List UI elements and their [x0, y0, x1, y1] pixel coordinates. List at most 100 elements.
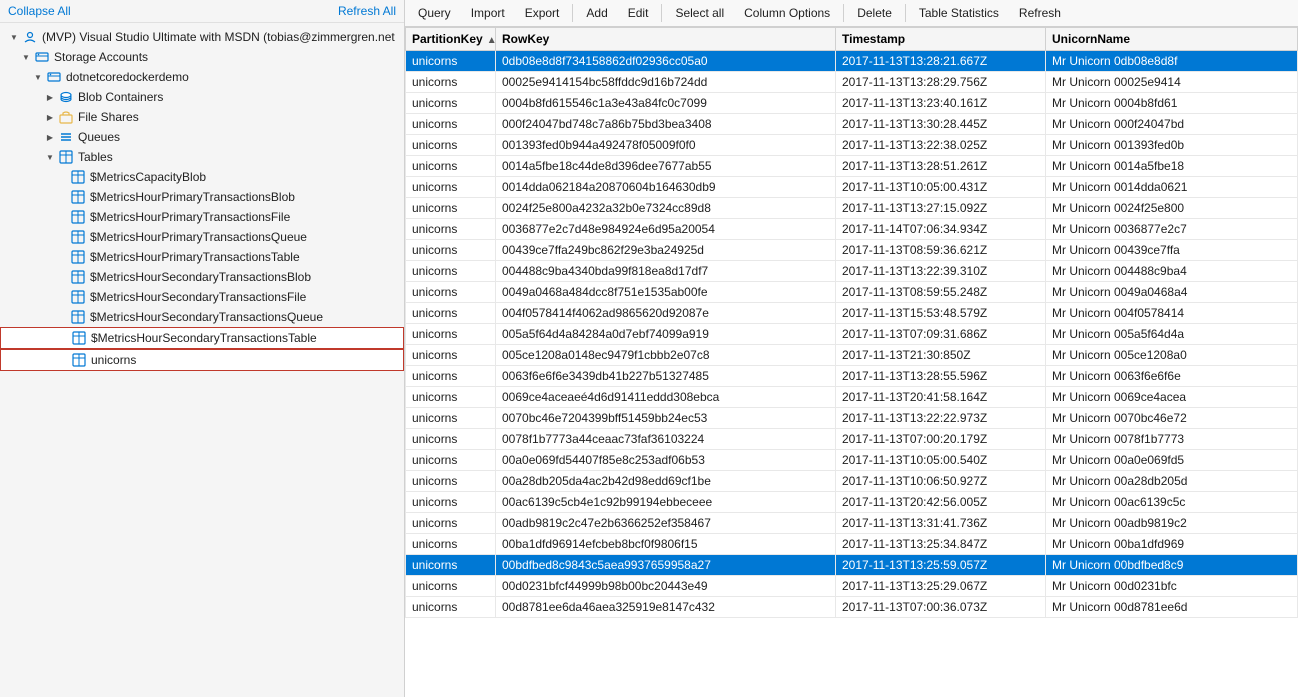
toolbar-btn-table-statistics[interactable]: Table Statistics — [910, 2, 1008, 24]
tree-item-dotnetcoredockerdemo[interactable]: ▼ dotnetcoredockerdemo — [0, 67, 404, 87]
table-row[interactable]: unicorns00d0231bfcf44999b98b00bc20443e49… — [406, 576, 1298, 597]
cell-unicornname: Mr Unicorn 0069ce4acea — [1046, 387, 1298, 408]
table-row[interactable]: unicorns001393fed0b944a492478f05009f0f02… — [406, 135, 1298, 156]
toolbar-btn-select-all[interactable]: Select all — [666, 2, 733, 24]
tree-label-t9: $MetricsHourSecondaryTransactionsTable — [91, 331, 317, 345]
cell-rowkey: 0004b8fd615546c1a3e43a84fc0c7099 — [496, 93, 836, 114]
expand-arrow-mvp-account[interactable]: ▼ — [8, 31, 20, 43]
cell-unicornname: Mr Unicorn 00d0231bfc — [1046, 576, 1298, 597]
cell-unicornname: Mr Unicorn 0014a5fbe18 — [1046, 156, 1298, 177]
tree-item-t4[interactable]: $MetricsHourPrimaryTransactionsQueue — [0, 227, 404, 247]
table-row[interactable]: unicorns0014dda062184a20870604b164630db9… — [406, 177, 1298, 198]
expand-arrow-storage-accounts[interactable]: ▼ — [20, 51, 32, 63]
cell-timestamp: 2017-11-13T13:31:41.736Z — [836, 513, 1046, 534]
cell-partition: unicorns — [406, 282, 496, 303]
table-row[interactable]: unicorns0036877e2c7d48e984924e6d95a20054… — [406, 219, 1298, 240]
expand-arrow-tables[interactable]: ▼ — [44, 151, 56, 163]
tree-item-t2[interactable]: $MetricsHourPrimaryTransactionsBlob — [0, 187, 404, 207]
tree-label-t2: $MetricsHourPrimaryTransactionsBlob — [90, 190, 295, 204]
toolbar-btn-import[interactable]: Import — [462, 2, 514, 24]
cell-rowkey: 0014a5fbe18c44de8d396dee7677ab55 — [496, 156, 836, 177]
cell-rowkey: 0db08e8d8f734158862df02936cc05a0 — [496, 51, 836, 72]
tree-item-t7[interactable]: $MetricsHourSecondaryTransactionsFile — [0, 287, 404, 307]
cell-unicornname: Mr Unicorn 0036877e2c7 — [1046, 219, 1298, 240]
toolbar-btn-export[interactable]: Export — [516, 2, 569, 24]
table-row[interactable]: unicorns0db08e8d8f734158862df02936cc05a0… — [406, 51, 1298, 72]
cell-unicornname: Mr Unicorn 0db08e8d8f — [1046, 51, 1298, 72]
toolbar-btn-query[interactable]: Query — [409, 2, 460, 24]
tree-label-dotnetcoredockerdemo: dotnetcoredockerdemo — [66, 70, 189, 84]
table-row[interactable]: unicorns00025e9414154bc58ffddc9d16b724dd… — [406, 72, 1298, 93]
table-row[interactable]: unicorns005a5f64d4a84284a0d7ebf74099a919… — [406, 324, 1298, 345]
tree-item-t5[interactable]: $MetricsHourPrimaryTransactionsTable — [0, 247, 404, 267]
cell-timestamp: 2017-11-13T08:59:55.248Z — [836, 282, 1046, 303]
tree-item-t6[interactable]: $MetricsHourSecondaryTransactionsBlob — [0, 267, 404, 287]
table-row[interactable]: unicorns00a0e069fd54407f85e8c253adf06b53… — [406, 450, 1298, 471]
cell-partition: unicorns — [406, 513, 496, 534]
cell-partition: unicorns — [406, 387, 496, 408]
tree-item-mvp-account[interactable]: ▼ (MVP) Visual Studio Ultimate with MSDN… — [0, 27, 404, 47]
table-row[interactable]: unicorns000f24047bd748c7a86b75bd3bea3408… — [406, 114, 1298, 135]
expand-arrow-blob-containers[interactable]: ▶ — [44, 91, 56, 103]
tree-label-queues: Queues — [78, 130, 120, 144]
table-row[interactable]: unicorns00a28db205da4ac2b42d98edd69cf1be… — [406, 471, 1298, 492]
cell-unicornname: Mr Unicorn 00adb9819c2 — [1046, 513, 1298, 534]
cell-rowkey: 004f0578414f4062ad9865620d92087e — [496, 303, 836, 324]
tree-item-t1[interactable]: $MetricsCapacityBlob — [0, 167, 404, 187]
table-row[interactable]: unicorns0049a0468a484dcc8f751e1535ab00fe… — [406, 282, 1298, 303]
refresh-all-link[interactable]: Refresh All — [338, 4, 396, 18]
toolbar-btn-edit[interactable]: Edit — [619, 2, 658, 24]
tree-item-t9[interactable]: $MetricsHourSecondaryTransactionsTable — [0, 327, 404, 349]
table-row[interactable]: unicorns00bdfbed8c9843c5aea9937659958a27… — [406, 555, 1298, 576]
tree-item-file-shares[interactable]: ▶ File Shares — [0, 107, 404, 127]
cell-timestamp: 2017-11-13T13:25:34.847Z — [836, 534, 1046, 555]
tree-label-file-shares: File Shares — [78, 110, 139, 124]
table-row[interactable]: unicorns00439ce7ffa249bc862f29e3ba24925d… — [406, 240, 1298, 261]
cell-partition: unicorns — [406, 324, 496, 345]
cell-unicornname: Mr Unicorn 004488c9ba4 — [1046, 261, 1298, 282]
table-row[interactable]: unicorns0063f6e6f6e3439db41b227b51327485… — [406, 366, 1298, 387]
tree-item-t8[interactable]: $MetricsHourSecondaryTransactionsQueue — [0, 307, 404, 327]
tree-label-t1: $MetricsCapacityBlob — [90, 170, 206, 184]
table-row[interactable]: unicorns0004b8fd615546c1a3e43a84fc0c7099… — [406, 93, 1298, 114]
col-header-partition[interactable]: PartitionKey▲ — [406, 28, 496, 51]
tree-item-unicorns[interactable]: unicorns — [0, 349, 404, 371]
cell-timestamp: 2017-11-13T13:22:22.973Z — [836, 408, 1046, 429]
table-icon — [70, 189, 86, 205]
cell-rowkey: 004488c9ba4340bda99f818ea8d17df7 — [496, 261, 836, 282]
table-row[interactable]: unicorns00ac6139c5cb4e1c92b99194ebbeceee… — [406, 492, 1298, 513]
table-row[interactable]: unicorns0069ce4aceaeé4d6d91411eddd308ebc… — [406, 387, 1298, 408]
expand-arrow-dotnetcoredockerdemo[interactable]: ▼ — [32, 71, 44, 83]
toolbar-btn-refresh[interactable]: Refresh — [1010, 2, 1070, 24]
table-row[interactable]: unicorns005ce1208a0148ec9479f1cbbb2e07c8… — [406, 345, 1298, 366]
table-row[interactable]: unicorns00d8781ee6da46aea325919e8147c432… — [406, 597, 1298, 618]
tree-item-tables[interactable]: ▼ Tables — [0, 147, 404, 167]
table-row[interactable]: unicorns00ba1dfd96914efcbeb8bcf0f9806f15… — [406, 534, 1298, 555]
expand-arrow-queues[interactable]: ▶ — [44, 131, 56, 143]
table-row[interactable]: unicorns004488c9ba4340bda99f818ea8d17df7… — [406, 261, 1298, 282]
expand-arrow-file-shares[interactable]: ▶ — [44, 111, 56, 123]
cell-partition: unicorns — [406, 471, 496, 492]
table-row[interactable]: unicorns0014a5fbe18c44de8d396dee7677ab55… — [406, 156, 1298, 177]
col-header-rowkey: RowKey — [496, 28, 836, 51]
cell-rowkey: 001393fed0b944a492478f05009f0f0 — [496, 135, 836, 156]
table-row[interactable]: unicorns004f0578414f4062ad9865620d92087e… — [406, 303, 1298, 324]
toolbar-btn-delete[interactable]: Delete — [848, 2, 901, 24]
toolbar-btn-add[interactable]: Add — [577, 2, 616, 24]
collapse-all-link[interactable]: Collapse All — [8, 4, 71, 18]
tree-item-t3[interactable]: $MetricsHourPrimaryTransactionsFile — [0, 207, 404, 227]
cell-unicornname: Mr Unicorn 000f24047bd — [1046, 114, 1298, 135]
table-row[interactable]: unicorns0070bc46e7204399bff51459bb24ec53… — [406, 408, 1298, 429]
tree-item-storage-accounts[interactable]: ▼ Storage Accounts — [0, 47, 404, 67]
tree-item-queues[interactable]: ▶ Queues — [0, 127, 404, 147]
tree-item-blob-containers[interactable]: ▶ Blob Containers — [0, 87, 404, 107]
cell-partition: unicorns — [406, 597, 496, 618]
toolbar-btn-column-options[interactable]: Column Options — [735, 2, 839, 24]
cell-rowkey: 005ce1208a0148ec9479f1cbbb2e07c8 — [496, 345, 836, 366]
cell-partition: unicorns — [406, 51, 496, 72]
tree-header: Collapse All Refresh All — [0, 0, 404, 23]
table-row[interactable]: unicorns0078f1b7773a44ceaac73faf36103224… — [406, 429, 1298, 450]
cell-unicornname: Mr Unicorn 0078f1b7773 — [1046, 429, 1298, 450]
table-row[interactable]: unicorns00adb9819c2c47e2b6366252ef358467… — [406, 513, 1298, 534]
table-row[interactable]: unicorns0024f25e800a4232a32b0e7324cc89d8… — [406, 198, 1298, 219]
